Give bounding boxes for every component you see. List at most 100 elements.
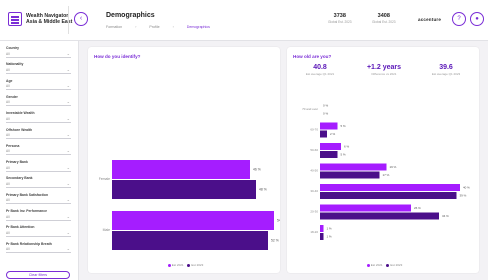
filter-select[interactable]: All ⌄ bbox=[6, 148, 71, 156]
bar-est-2021[interactable] bbox=[320, 143, 341, 150]
filter-select[interactable]: All ⌄ bbox=[6, 197, 71, 205]
bar-est-2023[interactable] bbox=[112, 180, 256, 199]
brand-line2: Asia & Middle East bbox=[26, 19, 73, 25]
header-stat-1: 3738 Global Est. 2023 bbox=[328, 13, 352, 24]
bar-est-2023[interactable] bbox=[320, 192, 457, 199]
filter-age: Age All ⌄ bbox=[6, 79, 71, 91]
filter-value: All bbox=[6, 181, 10, 186]
filter-pr-bank-inv-performance: Pr Bank Inv. Performance All ⌄ bbox=[6, 209, 71, 221]
filter-label: Pr Bank Inv. Performance bbox=[6, 209, 48, 213]
chevron-down-icon: ⌄ bbox=[66, 229, 70, 235]
filter-select[interactable]: All ⌄ bbox=[6, 50, 71, 58]
data-label: 17 % bbox=[383, 173, 390, 177]
filter-value: All bbox=[6, 198, 10, 203]
filter-select[interactable]: All ⌄ bbox=[6, 229, 71, 237]
filter-value: All bbox=[6, 67, 10, 72]
bar-est-2021[interactable] bbox=[112, 211, 274, 230]
filter-value: All bbox=[6, 230, 10, 235]
filter-pr-bank-relationship-breath: Pr Bank Relationship Breath All ⌄ bbox=[6, 242, 71, 254]
breadcrumb-demographics[interactable]: Demographics bbox=[187, 25, 210, 29]
chevron-down-icon: ⌄ bbox=[66, 246, 70, 252]
bar-est-2021[interactable] bbox=[320, 204, 411, 212]
filter-select[interactable]: All ⌄ bbox=[6, 181, 71, 188]
category-label: 50-60 bbox=[310, 148, 318, 152]
category-label: Male bbox=[103, 228, 110, 232]
filter-select[interactable]: All ⌄ bbox=[6, 213, 71, 221]
chevron-down-icon: ⌄ bbox=[66, 164, 70, 170]
category-label: 40-50 bbox=[310, 169, 318, 173]
filter-select[interactable]: All ⌄ bbox=[6, 164, 71, 172]
bar-est-2023[interactable] bbox=[320, 212, 439, 220]
filter-gender: Gender All ⌄ bbox=[6, 95, 71, 107]
bar-est-2021[interactable] bbox=[320, 184, 460, 191]
filter-value: All bbox=[6, 51, 10, 56]
filter-select[interactable]: All ⌄ bbox=[6, 99, 71, 107]
breadcrumb-separator: › bbox=[135, 25, 137, 29]
filter-label: Primary Bank bbox=[6, 160, 28, 165]
filter-label: Nationality bbox=[6, 62, 24, 67]
bar-est-2023[interactable] bbox=[320, 233, 324, 240]
chevron-down-icon: ⌄ bbox=[66, 148, 70, 154]
data-label: 39 % bbox=[460, 194, 467, 198]
filter-label: Persona bbox=[6, 143, 20, 148]
filter-secondary-bank: Secondary Bank All ⌄ bbox=[6, 176, 71, 188]
filter-country: Country All ⌄ bbox=[6, 46, 71, 58]
filter-value: All bbox=[6, 100, 10, 105]
chevron-down-icon: ⌄ bbox=[66, 66, 70, 72]
filter-select[interactable]: All ⌄ bbox=[6, 66, 71, 74]
category-label: 30-40 bbox=[310, 189, 318, 193]
header-stat-2: 3408 Global Est. 2023 bbox=[372, 13, 396, 24]
header-divider bbox=[68, 6, 69, 34]
data-label: 46 % bbox=[253, 168, 261, 172]
breadcrumb: Formation › Profile › Demographics bbox=[106, 25, 222, 29]
category-label: Female bbox=[99, 177, 110, 181]
age-bar-chart: 70 and over 0 % 0 % 60-70 5 % 2 % 50-60 6 % 5 % 4… bbox=[302, 104, 470, 240]
legend-dot-2021 bbox=[167, 263, 171, 267]
legend-label: Est 2021 bbox=[370, 263, 383, 267]
data-label: 34 % bbox=[442, 214, 449, 218]
bar-est-2023[interactable] bbox=[320, 151, 338, 158]
chevron-down-icon: ⌄ bbox=[66, 213, 70, 219]
gender-panel: How do you identify? Female 46 % 48 % Male 5… bbox=[88, 47, 280, 273]
bar-est-2021[interactable] bbox=[112, 160, 250, 179]
legend-dot-2023 bbox=[386, 263, 390, 267]
brand-title: Wealth Navigator Asia & Middle East bbox=[26, 13, 72, 25]
data-label: 0 % bbox=[323, 112, 329, 116]
bar-est-2023[interactable] bbox=[320, 171, 380, 179]
data-label: 26 % bbox=[414, 206, 421, 210]
filter-label: Secondary Bank bbox=[6, 176, 33, 181]
bar-est-2023[interactable] bbox=[320, 130, 327, 138]
arrow-left-icon[interactable]: ‹ bbox=[74, 12, 88, 26]
filter-label: Pr Bank Relationship Breath bbox=[6, 241, 52, 246]
breadcrumb-profile[interactable]: Profile bbox=[149, 25, 159, 29]
filter-value: All bbox=[6, 214, 10, 219]
data-label: 5 % bbox=[341, 153, 347, 157]
breadcrumb-separator: › bbox=[172, 25, 174, 29]
bar-est-2023[interactable] bbox=[112, 231, 268, 250]
header-stat-label: Global Est. 2023 bbox=[372, 20, 396, 24]
chevron-down-icon: ⌄ bbox=[66, 132, 70, 137]
bar-est-2021[interactable] bbox=[320, 225, 324, 232]
filter-label: Offshore Wealth bbox=[6, 127, 33, 132]
filter-select[interactable]: All ⌄ bbox=[6, 246, 71, 254]
clear-filters-button[interactable]: Clear filters bbox=[6, 271, 70, 279]
legend-label: Est 2023 bbox=[390, 263, 403, 267]
menu-icon[interactable] bbox=[8, 12, 22, 26]
help-icon[interactable]: ? bbox=[452, 12, 466, 26]
bar-est-2021[interactable] bbox=[320, 122, 338, 130]
user-icon[interactable]: ● bbox=[470, 12, 484, 26]
bar-est-2021[interactable] bbox=[320, 163, 387, 171]
age-panel: How old are you? 40.8 Est average Q1 202… bbox=[287, 47, 479, 273]
chevron-down-icon: ⌄ bbox=[66, 83, 70, 89]
header-stat-value: 3408 bbox=[377, 13, 390, 19]
age-legend: Est 2021 Est 2023 bbox=[287, 263, 479, 267]
breadcrumb-formation[interactable]: Formation bbox=[106, 25, 122, 29]
chevron-down-icon: ⌄ bbox=[66, 115, 70, 121]
filter-select[interactable]: All ⌄ bbox=[6, 115, 71, 123]
data-label: 40 % bbox=[463, 186, 470, 190]
filter-select[interactable]: All ⌄ bbox=[6, 132, 71, 139]
chevron-down-icon: ⌄ bbox=[66, 50, 70, 56]
filter-select[interactable]: All ⌄ bbox=[6, 83, 71, 91]
data-label: 5 % bbox=[341, 124, 347, 128]
filter-value: All bbox=[6, 149, 10, 154]
